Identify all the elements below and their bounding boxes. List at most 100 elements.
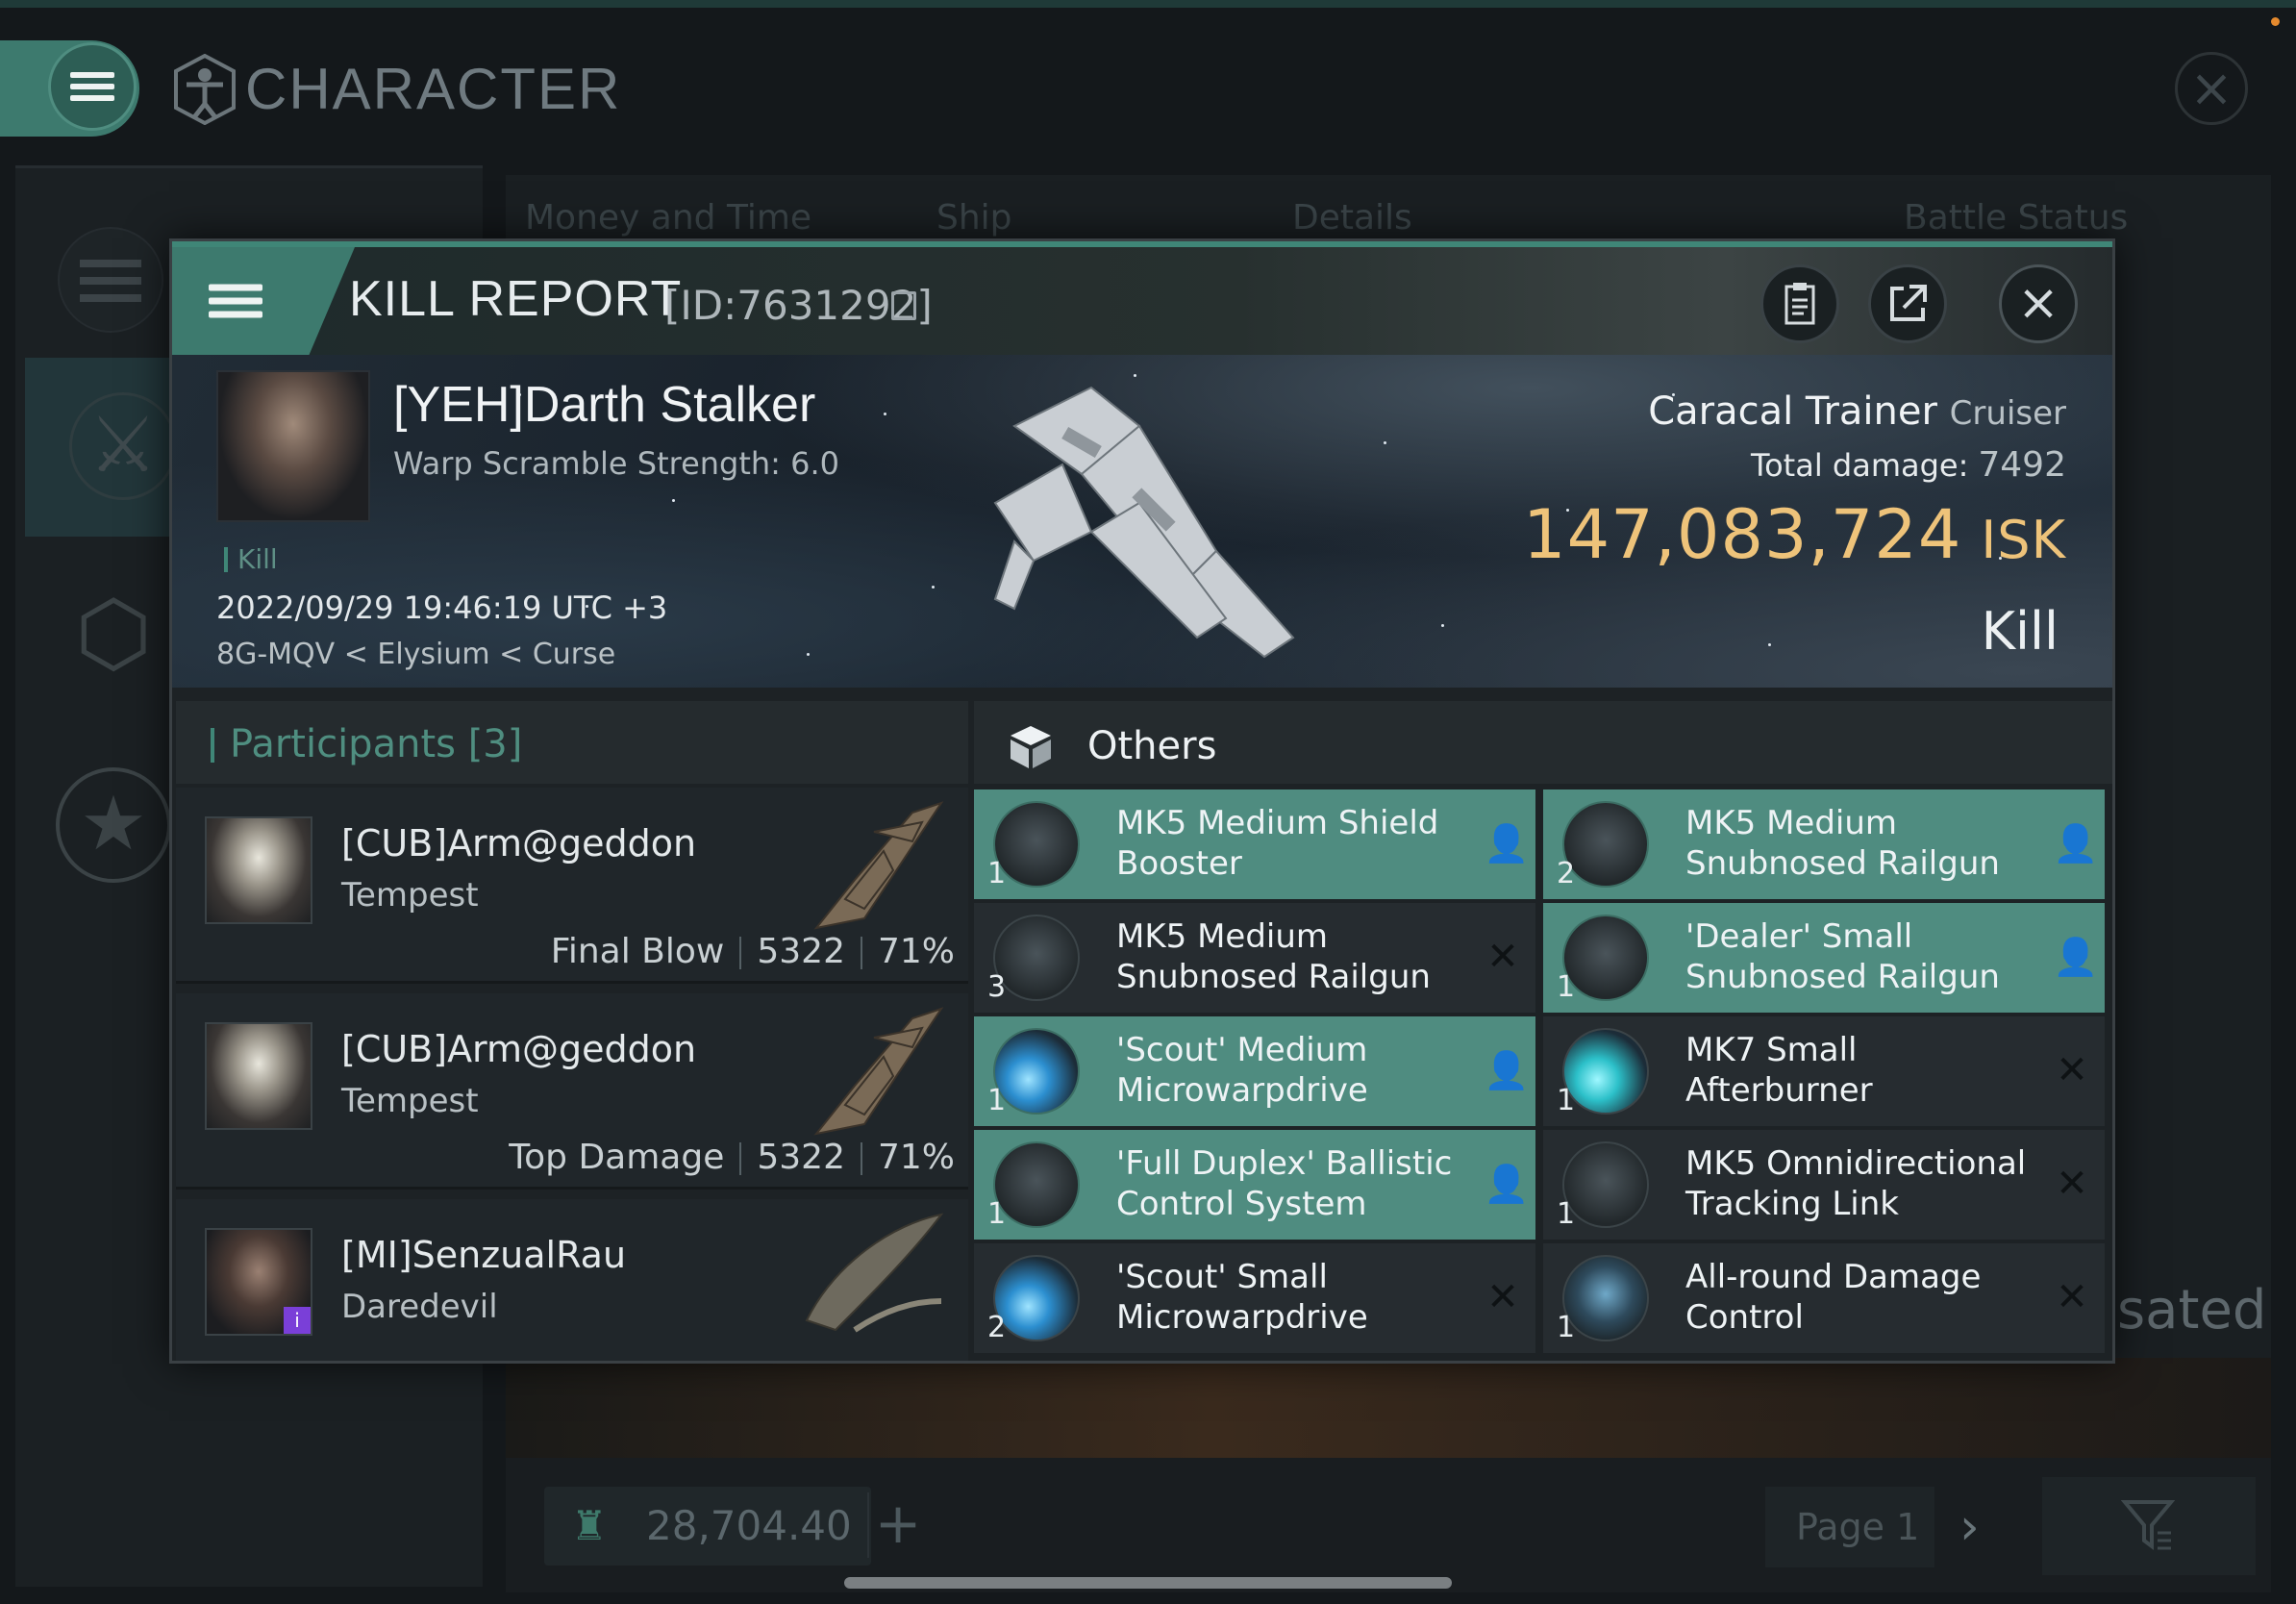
x-icon: ✕ — [2056, 1048, 2088, 1092]
participant-ship-image — [813, 1007, 944, 1136]
participants-count: [3] — [467, 722, 523, 766]
item-card[interactable]: 1 'Scout' Medium Microwarpdrive 👤 — [974, 1016, 1535, 1126]
participants-marker — [211, 728, 214, 763]
victim-portrait[interactable] — [216, 370, 370, 522]
participant-damage: 5322 — [757, 932, 845, 971]
railgun-icon — [993, 915, 1080, 1001]
participant-percent: 71% — [877, 1138, 955, 1177]
wallet-icon: ♜ — [571, 1502, 608, 1549]
x-icon: ✕ — [1486, 935, 1519, 979]
isk-amount: 147,083,724 — [1523, 495, 1962, 574]
item-quantity: 2 — [987, 1311, 1007, 1344]
list-menu-icon[interactable] — [58, 227, 163, 333]
total-damage-label: Total damage: — [1750, 447, 1969, 484]
item-card[interactable]: 2 MK5 Medium Snubnosed Railgun 👤 — [1543, 789, 2105, 899]
tab-money-and-time[interactable]: Money and Time — [525, 198, 811, 238]
share-button[interactable] — [1868, 264, 1947, 343]
isk-value: 147,083,724 ISK — [1523, 495, 2066, 574]
cube-icon — [1011, 726, 1051, 768]
item-quantity: 1 — [1557, 1311, 1576, 1344]
ballistic-control-icon — [993, 1141, 1080, 1228]
main-menu-button[interactable] — [48, 42, 137, 131]
tab-details[interactable]: Details — [1292, 198, 1412, 238]
pilot-icon: 👤 — [1484, 822, 1530, 865]
item-name: MK5 Omnidirectional Tracking Link — [1685, 1144, 2027, 1223]
alpha-clone-badge-icon: i — [284, 1307, 311, 1334]
add-button[interactable]: + — [867, 1492, 927, 1558]
item-card[interactable]: 1 'Full Duplex' Ballistic Control System… — [974, 1130, 1535, 1240]
item-card[interactable]: 3 MK5 Medium Snubnosed Railgun ✕ — [974, 903, 1535, 1013]
item-card[interactable]: 1 MK5 Medium Shield Booster 👤 — [974, 789, 1535, 899]
item-card[interactable]: 1 MK5 Omnidirectional Tracking Link ✕ — [1543, 1130, 2105, 1240]
participant-row[interactable]: i [MI]SenzualRau Daredevil — [176, 1199, 968, 1361]
participant-name: [CUB]Arm@geddon — [341, 822, 697, 865]
participant-row[interactable]: [CUB]Arm@geddon Tempest Final Blow 5322 71… — [176, 788, 968, 984]
star-circle-icon[interactable]: ★ — [56, 767, 171, 883]
participant-stats: Top Damage 5322 71% — [509, 1138, 955, 1177]
notification-dot — [2271, 17, 2280, 26]
participant-role: Top Damage — [509, 1138, 725, 1177]
share-icon — [1890, 285, 1927, 321]
pilot-icon: 👤 — [1484, 1163, 1530, 1205]
pilot-icon: 👤 — [2053, 936, 2099, 978]
kill-datetime: 2022/09/29 19:46:19 UTC +3 — [216, 589, 668, 626]
kill-tag: Kill — [237, 543, 278, 575]
item-name: 'Dealer' Small Snubnosed Railgun — [1685, 917, 2000, 996]
item-name: MK7 Small Afterburner — [1685, 1031, 1873, 1110]
participant-portrait[interactable]: i — [205, 1228, 312, 1336]
item-quantity: 1 — [987, 1197, 1007, 1231]
kill-report-title: KILL REPORT — [349, 271, 683, 327]
railgun-icon — [1562, 915, 1649, 1001]
total-damage-value: 7492 — [1978, 445, 2066, 485]
participant-ship-image — [805, 1213, 944, 1333]
participants-title[interactable]: Participants [3] — [230, 722, 522, 766]
kill-location[interactable]: 8G-MQV < Elysium < Curse — [216, 638, 615, 671]
others-panel: Others 1 MK5 Medium Shield Booster 👤 2 M… — [974, 701, 2112, 1361]
item-card[interactable]: 1 All-round Damage Control ✕ — [1543, 1243, 2105, 1353]
item-quantity: 1 — [987, 857, 1007, 890]
victim-name[interactable]: [YEH]Darth Stalker — [393, 376, 815, 434]
x-icon: ✕ — [1486, 1275, 1519, 1319]
window-title: CHARACTER — [245, 57, 622, 121]
wallet-value: 28,704.40 — [646, 1502, 852, 1549]
participant-ship: Tempest — [341, 876, 479, 915]
tab-battle-status[interactable]: Battle Status — [1904, 198, 2128, 238]
crossed-swords-icon[interactable]: ⚔ — [69, 392, 177, 500]
participants-panel: Participants [3] [CUB]Arm@geddon Tempest… — [176, 701, 968, 1361]
total-damage: Total damage: 7492 — [1751, 445, 2066, 485]
header-accent-line — [172, 241, 2112, 247]
others-title: Others — [1087, 724, 1217, 768]
participant-stats: Final Blow 5322 71% — [551, 932, 955, 971]
clipboard-button[interactable] — [1760, 264, 1839, 343]
ship-name: Caracal Trainer — [1648, 389, 1937, 434]
horizontal-scrollbar[interactable] — [844, 1577, 1452, 1589]
participant-portrait[interactable] — [205, 816, 312, 924]
clipboard-icon — [1784, 283, 1815, 325]
item-card[interactable]: 1 MK7 Small Afterburner ✕ — [1543, 1016, 2105, 1126]
x-icon: ✕ — [2056, 1275, 2088, 1319]
tracking-link-icon — [1562, 1141, 1649, 1228]
item-quantity: 3 — [987, 970, 1007, 1004]
page-label: Page 1 — [1796, 1506, 1920, 1548]
item-card[interactable]: 1 'Dealer' Small Snubnosed Railgun 👤 — [1543, 903, 2105, 1013]
shield-booster-icon — [993, 801, 1080, 888]
hamburger-icon — [209, 278, 262, 325]
star-badge-icon[interactable]: ⬡ — [60, 575, 167, 692]
next-page-button[interactable]: › — [1959, 1496, 2013, 1558]
kill-banner: [YEH]Darth Stalker Warp Scramble Strengt… — [172, 355, 2112, 688]
microwarpdrive-icon — [993, 1255, 1080, 1341]
tab-ship[interactable]: Ship — [936, 198, 1012, 238]
participant-row[interactable]: [CUB]Arm@geddon Tempest Top Damage 5322 71… — [176, 993, 968, 1190]
close-icon[interactable]: × — [1999, 264, 2078, 343]
victim-ship-image — [993, 386, 1295, 659]
copy-icon[interactable] — [891, 291, 916, 320]
participants-label: Participants — [230, 722, 456, 766]
item-card[interactable]: 2 'Scout' Small Microwarpdrive ✕ — [974, 1243, 1535, 1353]
participant-portrait[interactable] — [205, 1022, 312, 1130]
close-icon[interactable]: × — [2175, 52, 2248, 125]
railgun-icon — [1562, 801, 1649, 888]
victim-ship-name[interactable]: Caracal Trainer Cruiser — [1648, 389, 2066, 434]
item-quantity: 2 — [1557, 857, 1576, 890]
background-ship-strip — [506, 1358, 2271, 1458]
item-name: MK5 Medium Shield Booster — [1116, 804, 1439, 883]
